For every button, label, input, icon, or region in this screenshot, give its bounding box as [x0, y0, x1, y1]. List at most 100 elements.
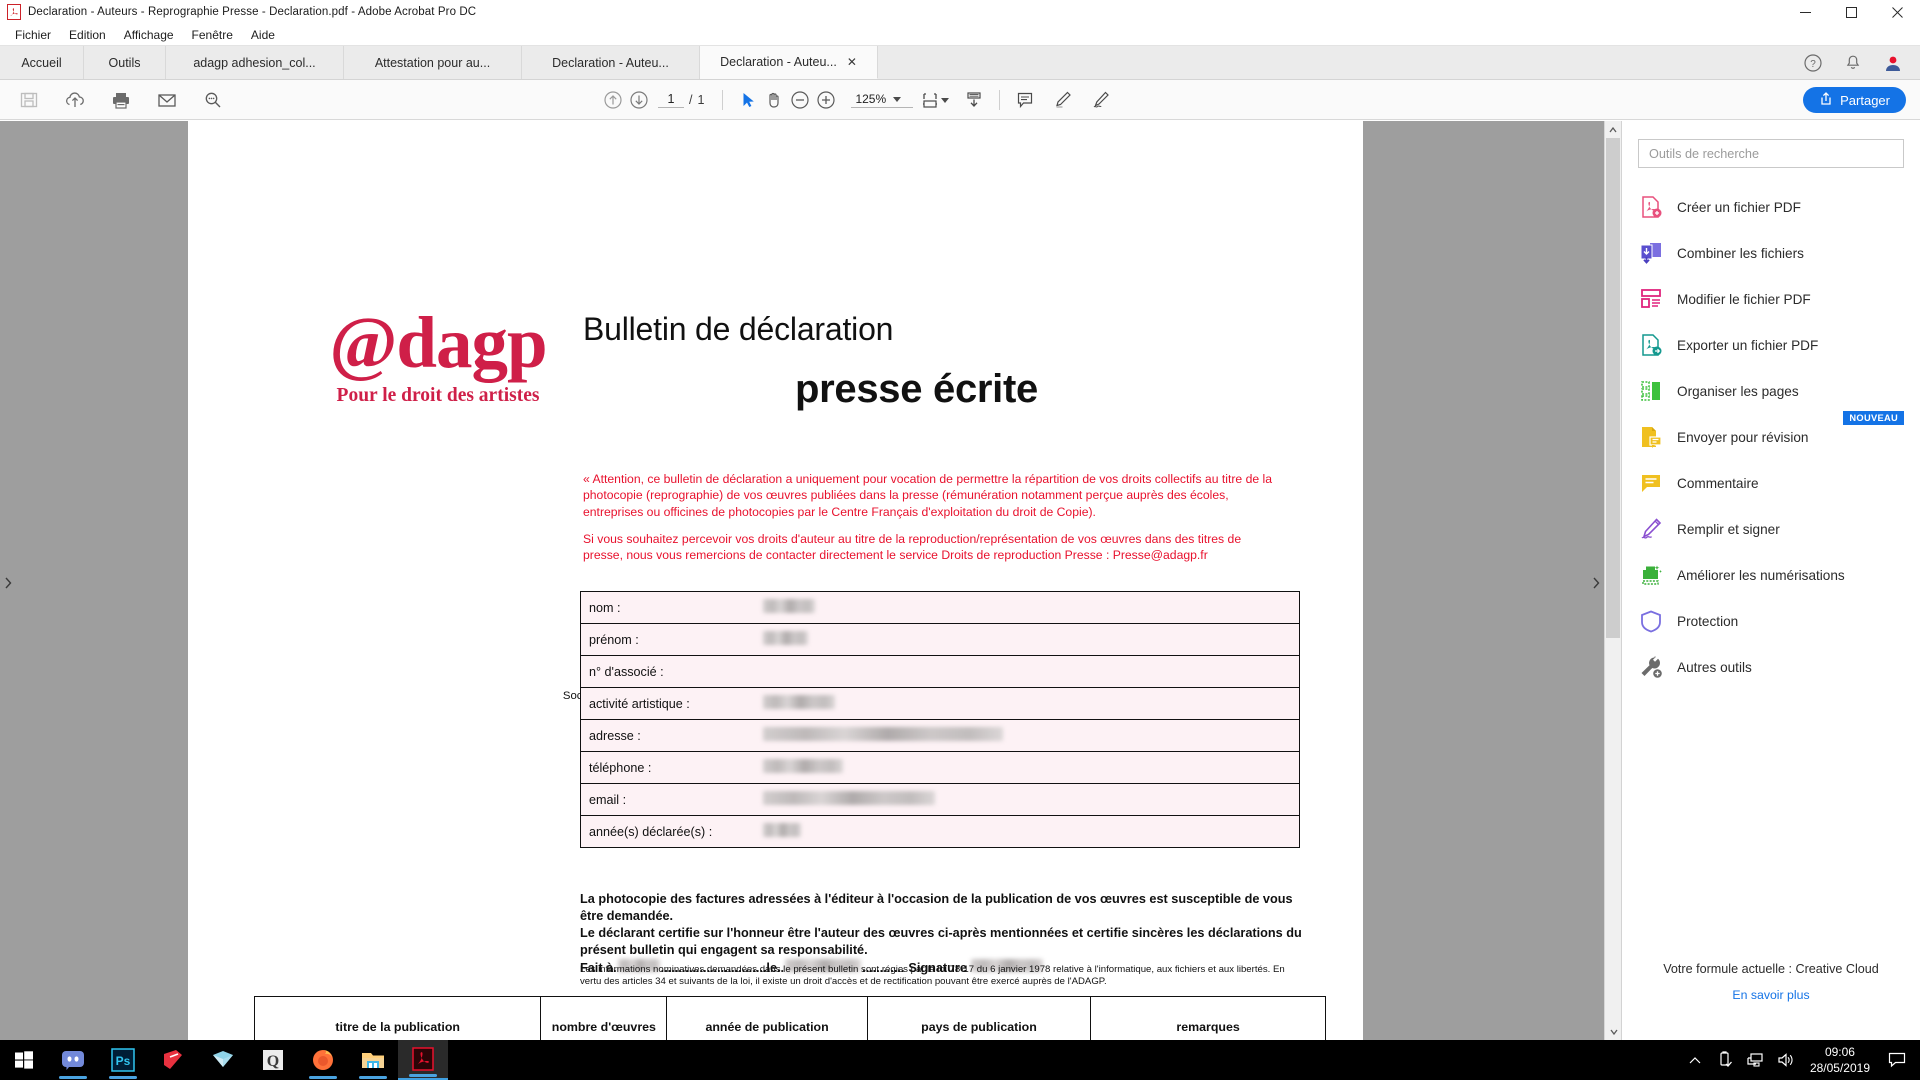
tool-item-edit-pdf[interactable]: Modifier le fichier PDF: [1622, 276, 1920, 322]
organize-pages-icon: [1638, 378, 1664, 404]
print-icon[interactable]: [108, 87, 134, 113]
maximize-button[interactable]: [1828, 0, 1874, 24]
chevron-up-icon[interactable]: [1680, 1040, 1710, 1080]
taskbar-acrobat-icon[interactable]: [398, 1040, 448, 1080]
form-field-label: téléphone :: [580, 751, 761, 784]
minimize-button[interactable]: [1782, 0, 1828, 24]
declarant-form-table: nom : prénom : n° d'associé : activité arti…: [580, 591, 1300, 848]
redacted-value: [762, 599, 815, 613]
sign-icon[interactable]: [1088, 87, 1114, 113]
taskbar-sketchup-icon[interactable]: [148, 1040, 198, 1080]
tab-accueil[interactable]: Accueil: [0, 46, 84, 79]
document-viewport[interactable]: @dagp Pour le droit des artistes Bulleti…: [0, 121, 1621, 1040]
help-icon[interactable]: ?: [1802, 52, 1824, 74]
windows-taskbar: Ps Q 09:06 28/05/2019: [0, 1040, 1920, 1080]
search-icon[interactable]: [200, 87, 226, 113]
fit-page-chevron-icon[interactable]: [941, 97, 950, 103]
svg-text:Ps: Ps: [116, 1054, 131, 1068]
form-field-value[interactable]: [760, 751, 1300, 784]
form-field-value[interactable]: [760, 815, 1300, 848]
zoom-in-icon[interactable]: [813, 87, 839, 113]
taskbar-photoshop-icon[interactable]: Ps: [98, 1040, 148, 1080]
tool-item-combine-files[interactable]: Combiner les fichiers: [1622, 230, 1920, 276]
next-page-icon[interactable]: [626, 87, 652, 113]
right-panel-collapse-icon[interactable]: [1591, 576, 1601, 590]
save-icon[interactable]: [16, 87, 42, 113]
tool-item-organize-pages[interactable]: Organiser les pages: [1622, 368, 1920, 414]
zoom-out-icon[interactable]: [787, 87, 813, 113]
form-row: activité artistique :: [580, 687, 1300, 720]
highlight-icon[interactable]: [1050, 87, 1076, 113]
tab-document-2[interactable]: Attestation pour au...: [344, 46, 522, 79]
certify-line-1: La photocopie des factures adressées à l…: [580, 892, 1293, 923]
window-title: Declaration - Auteurs - Reprographie Pre…: [28, 6, 477, 18]
previous-page-icon[interactable]: [600, 87, 626, 113]
select-arrow-icon[interactable]: [735, 87, 761, 113]
tab-label: adagp adhesion_col...: [193, 55, 316, 70]
menu-item-fenetre[interactable]: Fenêtre: [183, 26, 242, 44]
tab-document-4-active[interactable]: Declaration - Auteu... ✕: [700, 46, 878, 79]
left-panel-expand-icon[interactable]: [3, 576, 13, 590]
usb-icon[interactable]: [1710, 1040, 1740, 1080]
hand-icon[interactable]: [761, 87, 787, 113]
search-tools-input[interactable]: Outils de recherche: [1638, 139, 1904, 168]
taskbar-mail-icon[interactable]: [198, 1040, 248, 1080]
tool-item-more-tools[interactable]: Autres outils: [1622, 644, 1920, 690]
tool-item-enhance-scans[interactable]: Améliorer les numérisations: [1622, 552, 1920, 598]
menu-item-fichier[interactable]: Fichier: [6, 26, 60, 44]
learn-more-link[interactable]: En savoir plus: [1622, 988, 1920, 1002]
tab-outils[interactable]: Outils: [84, 46, 166, 79]
email-icon[interactable]: [154, 87, 180, 113]
form-field-label: adresse :: [580, 719, 761, 752]
tool-item-comment[interactable]: Commentaire: [1622, 460, 1920, 506]
plan-footer: Votre formule actuelle : Creative Cloud …: [1622, 962, 1920, 1002]
form-field-value[interactable]: [760, 687, 1300, 720]
upload-cloud-icon[interactable]: [62, 87, 88, 113]
form-field-value[interactable]: [760, 623, 1300, 656]
taskbar-clock[interactable]: 09:06 28/05/2019: [1800, 1044, 1880, 1076]
vertical-scrollbar[interactable]: [1604, 121, 1621, 1040]
network-icon[interactable]: [1740, 1040, 1770, 1080]
tool-item-shield[interactable]: Protection: [1622, 598, 1920, 644]
form-field-label: prénom :: [580, 623, 761, 656]
comment-icon[interactable]: [1012, 87, 1038, 113]
form-field-value[interactable]: [760, 719, 1300, 752]
taskbar-firefox-icon[interactable]: [298, 1040, 348, 1080]
scroll-mode-icon[interactable]: [961, 87, 987, 113]
volume-icon[interactable]: [1770, 1040, 1800, 1080]
create-pdf-icon: [1638, 194, 1664, 220]
clock-date: 28/05/2019: [1809, 1061, 1870, 1075]
menu-item-aide[interactable]: Aide: [242, 26, 284, 44]
taskbar-qustodio-icon[interactable]: Q: [248, 1040, 298, 1080]
form-field-value[interactable]: [760, 655, 1300, 688]
close-button[interactable]: [1874, 0, 1920, 24]
account-icon[interactable]: [1882, 52, 1904, 74]
menu-item-edition[interactable]: Edition: [60, 26, 115, 44]
tool-item-label: Améliorer les numérisations: [1677, 567, 1845, 583]
notification-icon[interactable]: [1880, 1040, 1914, 1080]
taskbar-file-explorer-icon[interactable]: [348, 1040, 398, 1080]
tool-item-label: Organiser les pages: [1677, 383, 1799, 399]
form-field-value[interactable]: [760, 783, 1300, 816]
tab-close-icon[interactable]: ✕: [847, 55, 857, 69]
tab-document-1[interactable]: adagp adhesion_col...: [166, 46, 344, 79]
bell-icon[interactable]: [1842, 52, 1864, 74]
tool-item-export-pdf[interactable]: Exporter un fichier PDF: [1622, 322, 1920, 368]
redacted-value: [762, 759, 843, 773]
enhance-scans-icon: [1638, 562, 1664, 588]
zoom-level-select[interactable]: 125%: [851, 92, 914, 108]
menu-item-affichage[interactable]: Affichage: [115, 26, 183, 44]
form-field-value[interactable]: [760, 591, 1300, 624]
tool-item-send-for-review[interactable]: Envoyer pour révision NOUVEAU: [1622, 411, 1920, 460]
tool-item-create-pdf[interactable]: Créer un fichier PDF: [1622, 184, 1920, 230]
scrollbar-thumb[interactable]: [1606, 138, 1620, 638]
scroll-down-arrow-icon[interactable]: [1605, 1023, 1621, 1040]
tab-document-3[interactable]: Declaration - Auteu...: [522, 46, 700, 79]
scroll-up-arrow-icon[interactable]: [1605, 121, 1621, 138]
page-number-input[interactable]: 1: [658, 92, 684, 108]
taskbar-discord-icon[interactable]: [48, 1040, 98, 1080]
share-button[interactable]: Partager: [1803, 87, 1906, 113]
tool-item-fill-and-sign[interactable]: Remplir et signer: [1622, 506, 1920, 552]
windows-start-icon[interactable]: [0, 1040, 48, 1080]
fit-page-icon[interactable]: [917, 87, 943, 113]
